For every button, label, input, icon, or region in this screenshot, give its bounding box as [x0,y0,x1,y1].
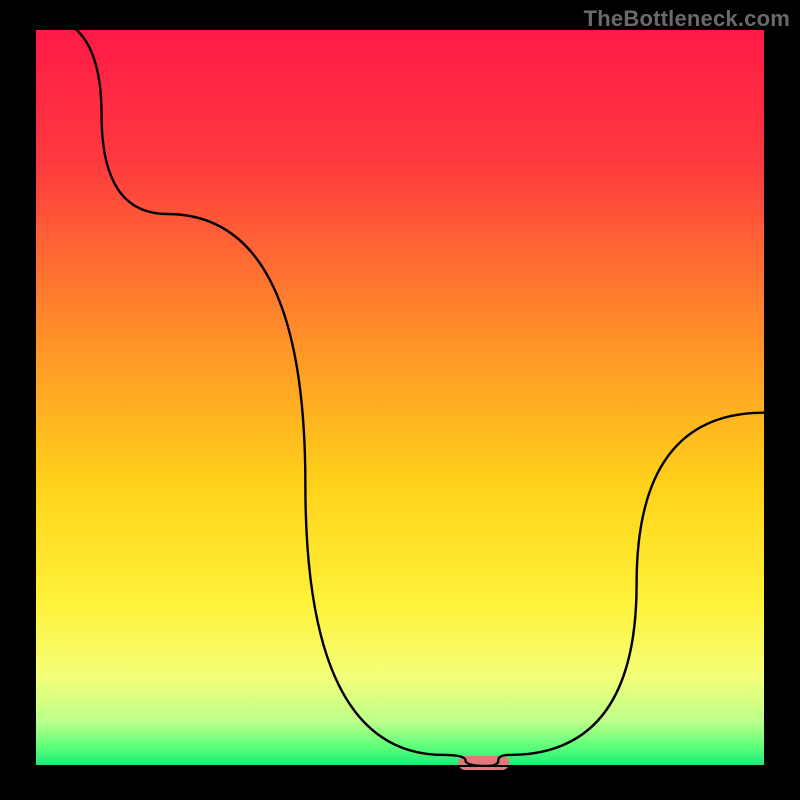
watermark-text: TheBottleneck.com [584,6,790,32]
plot-background [36,30,764,766]
chart-frame: TheBottleneck.com [0,0,800,800]
bottleneck-chart [0,0,800,800]
